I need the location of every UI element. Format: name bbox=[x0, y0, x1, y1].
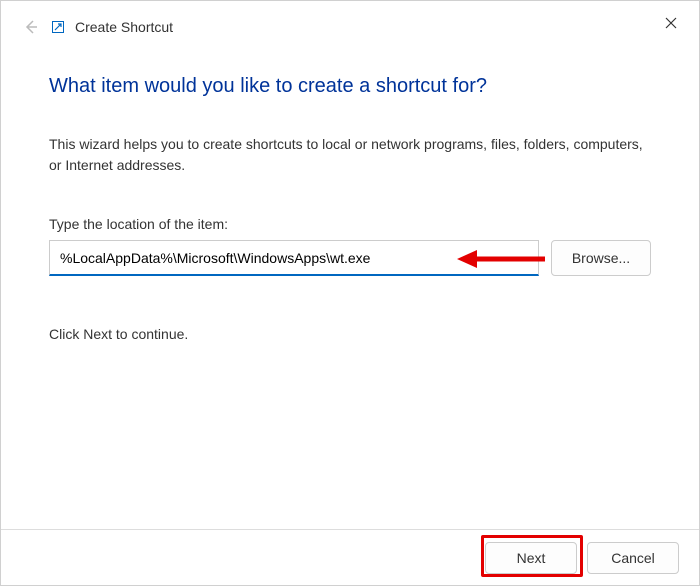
main-heading: What item would you like to create a sho… bbox=[49, 75, 651, 98]
location-input-row: Browse... bbox=[49, 240, 651, 276]
browse-button[interactable]: Browse... bbox=[551, 240, 651, 276]
dialog-content: What item would you like to create a sho… bbox=[1, 35, 699, 342]
next-button[interactable]: Next bbox=[485, 542, 577, 574]
close-button[interactable] bbox=[655, 9, 687, 37]
create-shortcut-dialog: Create Shortcut What item would you like… bbox=[0, 0, 700, 586]
cancel-button[interactable]: Cancel bbox=[587, 542, 679, 574]
location-input[interactable] bbox=[49, 240, 539, 276]
location-label: Type the location of the item: bbox=[49, 216, 651, 232]
dialog-header: Create Shortcut bbox=[1, 1, 699, 35]
dialog-footer: Next Cancel bbox=[1, 529, 699, 585]
wizard-description: This wizard helps you to create shortcut… bbox=[49, 134, 651, 176]
continue-instruction: Click Next to continue. bbox=[49, 326, 651, 342]
close-icon bbox=[665, 17, 677, 29]
dialog-title: Create Shortcut bbox=[75, 19, 173, 35]
shortcut-icon bbox=[51, 20, 65, 34]
back-arrow-icon bbox=[21, 19, 41, 35]
